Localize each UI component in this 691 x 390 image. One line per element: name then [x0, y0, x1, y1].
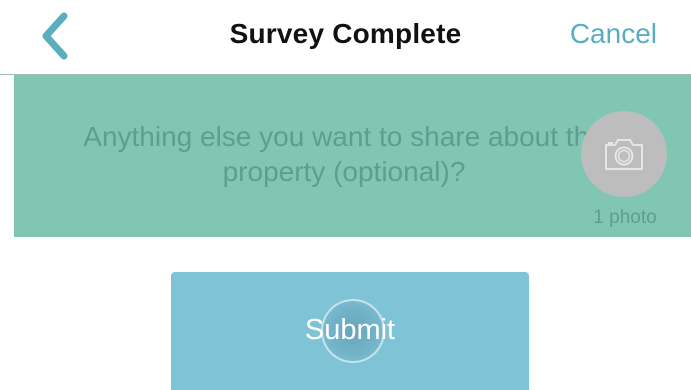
survey-complete-screen: Survey Complete Cancel Anything else you…	[0, 0, 691, 390]
navigation-bar: Survey Complete Cancel	[0, 0, 691, 74]
submit-button[interactable]: Submit	[171, 272, 529, 390]
camera-icon	[605, 139, 643, 170]
add-photo-button[interactable]	[581, 111, 667, 197]
question-panel: Anything else you want to share about th…	[14, 75, 691, 237]
question-text[interactable]: Anything else you want to share about th…	[74, 119, 614, 189]
photo-count-label: 1 photo	[593, 207, 657, 228]
submit-label: Submit	[304, 314, 396, 346]
cancel-button[interactable]: Cancel	[570, 18, 657, 50]
